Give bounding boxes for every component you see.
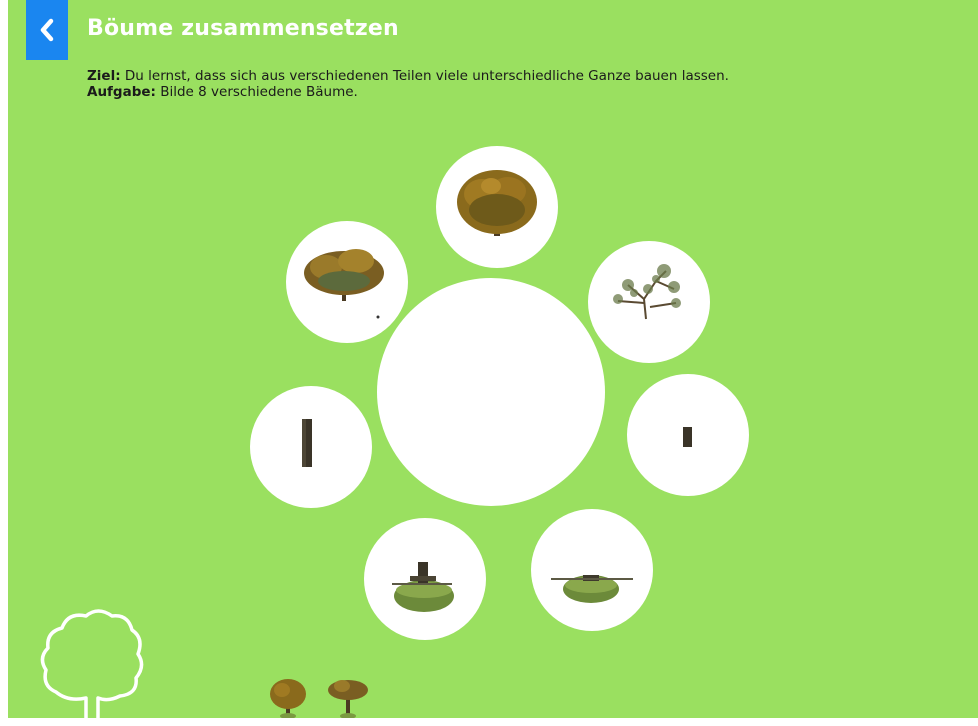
- ground-image: [551, 575, 633, 603]
- bottom-bar: [0, 718, 978, 726]
- task-text: Bilde 8 verschiedene Bäume.: [155, 84, 358, 100]
- ground-image: [392, 562, 454, 612]
- part-slot-ground-with-base[interactable]: [364, 518, 486, 640]
- part-slot-ground-flat[interactable]: [531, 509, 653, 631]
- built-tree-thumbnail[interactable]: [266, 674, 310, 720]
- tree-trunk-image: [683, 427, 692, 447]
- tree-crown-image: [613, 264, 681, 320]
- tree-trunk-image: [302, 419, 312, 467]
- page-title: Böume zusammensetzen: [87, 16, 399, 41]
- part-slot-trunk-short[interactable]: [627, 374, 749, 496]
- goal-line: Ziel: Du lernst, dass sich aus verschied…: [87, 68, 729, 84]
- part-slot-crown-bare[interactable]: [588, 241, 710, 363]
- chevron-left-icon: [40, 18, 54, 42]
- goal-text: Du lernst, dass sich aus verschiedenen T…: [120, 68, 729, 84]
- goal-label: Ziel:: [87, 68, 121, 84]
- part-slot-trunk-tall[interactable]: [250, 386, 372, 508]
- built-tree-thumbnail[interactable]: [326, 674, 370, 720]
- tree-crown-image: [457, 170, 537, 236]
- tree-outline-icon[interactable]: [38, 606, 146, 718]
- part-slot-crown-wide[interactable]: [286, 221, 408, 343]
- task-line: Aufgabe: Bilde 8 verschiedene Bäume.: [87, 84, 358, 100]
- part-slot-crown-round[interactable]: [436, 146, 558, 268]
- tree-builder-area[interactable]: [377, 278, 605, 506]
- back-button[interactable]: [26, 0, 68, 60]
- tree-crown-image: [304, 249, 384, 319]
- task-label: Aufgabe:: [87, 84, 156, 100]
